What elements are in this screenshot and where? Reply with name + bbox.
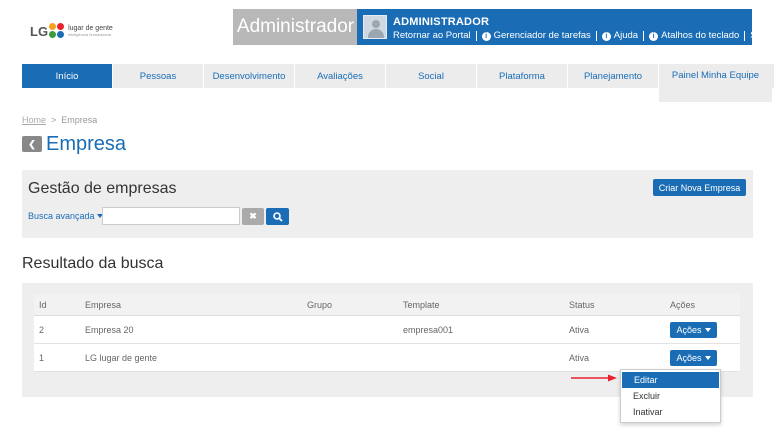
menu-item-editar[interactable]: Editar [622,372,719,388]
table-header: Id Empresa Grupo Template Status Ações [34,294,740,316]
results-table: Id Empresa Grupo Template Status Ações 2… [34,294,740,372]
breadcrumb-separator: > [51,115,57,125]
return-portal-link[interactable]: Retornar ao Portal [393,30,471,41]
search-panel: Gestão de empresas Criar Nova Empresa Bu… [22,170,753,238]
actions-button[interactable]: Ações [670,349,717,366]
results-title: Resultado da busca [22,255,164,272]
user-bar: ADMINISTRADOR Retornar ao Portal i Gerenc… [357,9,767,45]
table-row: 1 LG lugar de gente Ativa Ações [34,344,740,372]
nav-item-inicio[interactable]: Início [22,64,113,88]
logo-name: lugar de gente [68,25,113,32]
menu-item-inativar[interactable]: Inativar [621,404,720,420]
info-icon: i [481,32,491,41]
logo-lg-text: LG [30,23,49,39]
advanced-search-toggle[interactable]: Busca avançada [28,211,103,221]
admin-title: Administrador [233,9,358,45]
row-template: empresa001 [403,324,454,335]
caret-down-icon [704,327,711,332]
annotation-arrow-icon [571,374,617,382]
logout-link[interactable]: Sair [750,30,767,41]
nav-item-social[interactable]: Social [386,64,477,88]
row-status: Ativa [569,352,590,363]
search-icon [272,211,283,222]
breadcrumb-home[interactable]: Home [22,115,46,125]
create-company-button[interactable]: Criar Nova Empresa [653,179,746,196]
search-input[interactable] [102,207,240,225]
main-nav: Início Pessoas Desenvolvimento Avaliaçõe… [22,64,774,102]
col-grupo: Grupo [307,299,333,310]
row-id: 2 [39,324,45,335]
actions-button[interactable]: Ações [670,321,717,338]
col-empresa: Empresa [85,299,122,310]
nav-item-avaliacoes[interactable]: Avaliações [295,64,386,88]
col-template: Template [403,299,440,310]
col-id: Id [39,299,47,310]
row-status: Ativa [569,324,590,335]
back-button[interactable]: ❮ [22,136,42,152]
row-id: 1 [39,352,45,363]
row-empresa: Empresa 20 [85,324,134,335]
actions-dropdown-menu: Editar Excluir Inativar [620,369,721,423]
search-panel-title: Gestão de empresas [28,180,177,197]
breadcrumb: Home > Empresa [22,115,97,125]
task-manager-link[interactable]: i Gerenciador de tarefas [481,30,591,41]
info-icon: i [649,32,659,41]
page-title: Empresa [46,133,127,155]
col-acoes: Ações [670,299,696,310]
table-row: 2 Empresa 20 empresa001 Ativa Ações [34,316,740,344]
nav-item-painel-equipe[interactable]: Painel Minha Equipe [659,64,772,102]
user-links: Retornar ao Portal i Gerenciador de taref… [393,30,767,41]
company-logo: LG lugar de gente inteligência humanizad… [30,14,120,48]
info-icon: i [601,32,611,41]
nav-item-pessoas[interactable]: Pessoas [113,64,204,88]
row-empresa: LG lugar de gente [85,352,158,363]
col-status: Status [569,299,595,310]
logo-flower-icon [49,23,65,39]
help-link[interactable]: i Ajuda [601,30,638,41]
clear-search-button[interactable]: ✖ [242,208,264,225]
logo-tagline: inteligência humanizada [68,32,111,37]
menu-item-excluir[interactable]: Excluir [621,388,720,404]
nav-item-desenvolvimento[interactable]: Desenvolvimento [204,64,295,88]
chevron-left-icon: ❮ [28,138,36,149]
search-button[interactable] [266,208,289,225]
caret-down-icon [704,355,711,360]
breadcrumb-current: Empresa [61,115,98,125]
close-icon: ✖ [249,211,257,221]
keyboard-shortcuts-link[interactable]: i Atalhos do teclado [649,30,739,41]
avatar[interactable] [363,15,387,39]
nav-item-planejamento[interactable]: Planejamento [568,64,659,88]
nav-item-plataforma[interactable]: Plataforma [477,64,568,88]
user-name: ADMINISTRADOR [393,16,490,28]
